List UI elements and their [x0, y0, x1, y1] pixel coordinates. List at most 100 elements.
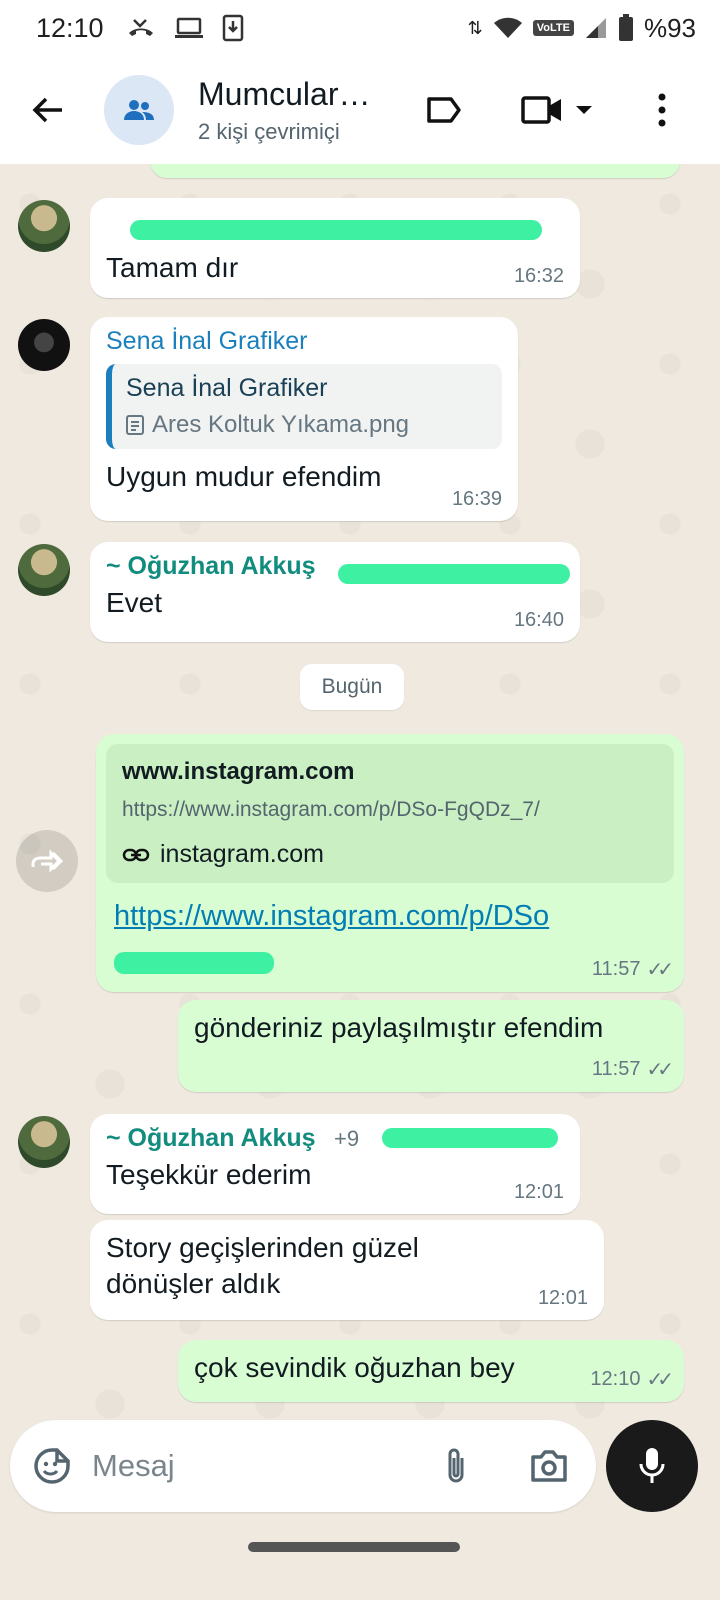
sender-avatar[interactable]	[18, 544, 70, 596]
time-label: 16:40	[513, 609, 564, 631]
sticker-button[interactable]	[32, 1446, 72, 1486]
message-bubble[interactable]: Tamam dır 16:32	[90, 198, 580, 298]
sender-avatar[interactable]	[18, 200, 70, 252]
sender-name[interactable]: Sena İnal Grafiker	[106, 327, 502, 356]
time-label: 12:10	[590, 1368, 641, 1390]
link-preview-url: https://www.instagram.com/p/DSo-FgQDz_7/	[122, 798, 540, 821]
time-label: 16:32	[513, 265, 564, 287]
sender-avatar[interactable]	[18, 319, 70, 371]
quoted-sender: Sena İnal Grafiker	[126, 374, 328, 402]
message-time: 16:39	[452, 488, 502, 511]
message-bubble[interactable]: çok sevindik oğuzhan bey 12:10 ✓✓	[178, 1340, 684, 1402]
sender-phone: +9	[334, 1126, 360, 1151]
message-bubble[interactable]: Sena İnal Grafiker Sena İnal Grafiker Ar…	[90, 317, 518, 521]
laptop-icon	[174, 17, 203, 38]
message-time: 11:57 ✓✓	[591, 1057, 674, 1082]
group-icon	[124, 100, 154, 120]
message-bubble[interactable]: gönderiniz paylaşılmıştır efendim 11:57 …	[178, 1000, 684, 1092]
sticker-icon	[34, 1448, 70, 1484]
redaction-mark	[130, 220, 542, 240]
message-text: gönderiniz paylaşılmıştır efendim	[194, 1012, 604, 1043]
sender-name[interactable]: ~ Oğuzhan Akkuş	[106, 1124, 316, 1152]
message-time: 12:01	[538, 1287, 588, 1310]
message-text: Tamam dır	[106, 252, 239, 283]
missed-call-icon	[128, 19, 153, 36]
chevron-down-icon	[576, 106, 592, 114]
paperclip-icon	[448, 1448, 464, 1483]
chat-area[interactable]: Tamam dır 16:32 Sena İnal Grafiker Sena …	[0, 164, 720, 1420]
battery-percent: %93	[643, 12, 696, 43]
wifi-icon	[493, 17, 522, 38]
link-preview[interactable]: www.instagram.com https://www.instagram.…	[106, 744, 674, 883]
message-text: Uygun mudur efendim	[106, 461, 382, 492]
camera-icon	[531, 1450, 567, 1482]
mic-icon	[639, 1448, 665, 1483]
menu-button[interactable]	[640, 76, 684, 144]
arrow-left-icon	[32, 97, 62, 123]
video-camera-icon	[521, 96, 561, 124]
link-icon	[122, 848, 150, 861]
date-divider: Bugün	[300, 664, 404, 710]
status-notification-icons	[126, 14, 244, 42]
message-bubble-partial[interactable]	[150, 164, 680, 178]
status-time: 12:10	[36, 12, 104, 43]
time-label: 16:39	[451, 488, 502, 510]
more-vert-icon	[658, 93, 666, 127]
time-label: 11:57	[591, 958, 641, 980]
system-nav-bar	[0, 1520, 720, 1600]
message-composer	[10, 1420, 596, 1512]
message-time: 11:57 ✓✓	[591, 957, 674, 982]
message-time: 12:10 ✓✓	[590, 1367, 673, 1392]
message-input[interactable]	[92, 1448, 412, 1484]
redaction-mark	[382, 1128, 558, 1148]
forward-icon	[31, 849, 64, 873]
battery-icon	[618, 14, 633, 41]
voice-record-button[interactable]	[606, 1420, 698, 1512]
camera-button[interactable]	[526, 1444, 572, 1488]
quoted-message[interactable]: Sena İnal Grafiker Ares Koltuk Yıkama.pn…	[106, 364, 502, 449]
message-bubble[interactable]: ~ Oğuzhan Akkuş Evet 16:40	[90, 542, 580, 642]
label-button[interactable]	[414, 76, 474, 144]
back-button[interactable]	[18, 80, 78, 140]
video-call-button[interactable]	[512, 76, 602, 144]
read-ticks-icon: ✓✓	[646, 959, 673, 981]
signal-icon	[585, 18, 606, 38]
group-avatar[interactable]	[104, 75, 174, 145]
message-bubble[interactable]: ~ Oğuzhan Akkuş +9 Teşekkür ederim 12:01	[90, 1114, 580, 1214]
attach-button[interactable]	[436, 1444, 476, 1488]
data-arrows-icon: ⇅	[467, 17, 483, 38]
time-label: 11:57	[591, 1058, 641, 1080]
sender-avatar[interactable]	[18, 1116, 70, 1168]
link-preview-domain: instagram.com	[122, 840, 658, 869]
message-link[interactable]: https://www.instagram.com/p/DSo	[106, 897, 674, 935]
message-time: 12:01	[514, 1181, 564, 1204]
read-ticks-icon: ✓✓	[646, 1369, 673, 1391]
message-text: Evet	[106, 587, 163, 618]
download-icon	[222, 14, 243, 42]
chat-header: Mumcular… 2 kişi çevrimiçi	[0, 56, 720, 164]
message-bubble[interactable]: Story geçişlerinden güzel dönüşler aldık…	[90, 1220, 604, 1320]
read-ticks-icon: ✓✓	[646, 1059, 673, 1081]
volte-badge: VoLTE	[532, 20, 574, 36]
time-label: 12:01	[537, 1287, 588, 1309]
redaction-mark	[338, 564, 570, 584]
link-domain-text: instagram.com	[160, 840, 324, 868]
home-gesture-bar[interactable]	[248, 1542, 460, 1552]
quoted-file-name: Ares Koltuk Yıkama.png	[152, 411, 410, 438]
message-text: Teşekkür ederim	[106, 1159, 312, 1190]
quoted-file: Ares Koltuk Yıkama.png	[126, 411, 488, 439]
message-text: Story geçişlerinden güzel dönüşler aldık	[106, 1232, 419, 1299]
link-preview-title: www.instagram.com	[122, 758, 355, 785]
status-bar: 12:10 ⇅ VoLTE %93	[0, 0, 720, 56]
redaction-mark	[114, 952, 274, 974]
message-time: 16:40	[514, 609, 564, 632]
message-time: 16:32	[514, 265, 564, 288]
chat-title-block[interactable]: Mumcular… 2 kişi çevrimiçi	[198, 76, 398, 145]
label-icon	[427, 97, 461, 123]
message-bubble[interactable]: www.instagram.com https://www.instagram.…	[96, 734, 684, 992]
chat-title: Mumcular…	[198, 75, 371, 112]
forward-button[interactable]	[16, 830, 78, 892]
time-label: 12:01	[513, 1181, 564, 1203]
chat-subtitle: 2 kişi çevrimiçi	[198, 118, 340, 144]
document-icon	[126, 415, 144, 435]
